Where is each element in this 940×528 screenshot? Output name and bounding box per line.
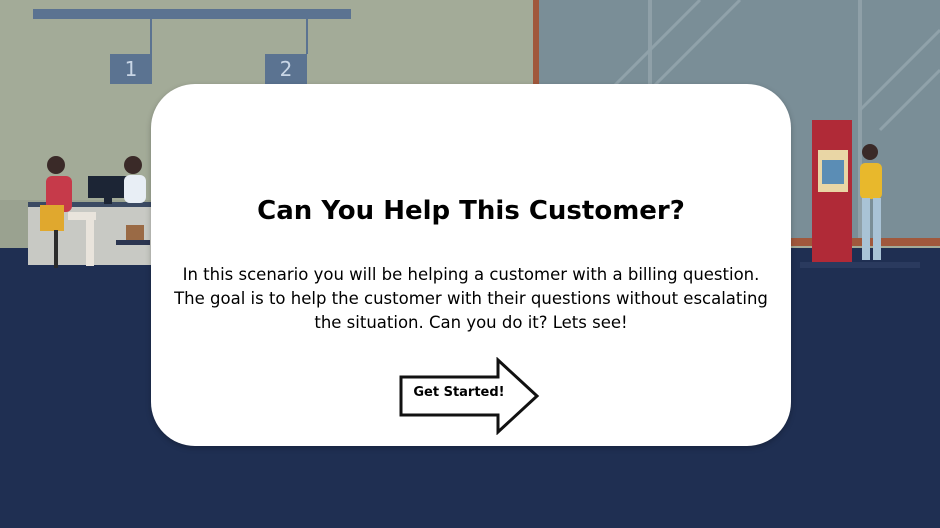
intro-modal-card: Can You Help This Customer? In this scen… bbox=[151, 84, 791, 446]
counter-sign-2: 2 bbox=[279, 57, 293, 81]
modal-title: Can You Help This Customer? bbox=[257, 196, 685, 226]
counter-sign-1: 1 bbox=[124, 57, 138, 81]
get-started-label: Get Started! bbox=[413, 385, 505, 400]
get-started-button[interactable]: Get Started! bbox=[398, 357, 540, 435]
modal-description: In this scenario you will be helping a c… bbox=[174, 265, 768, 332]
